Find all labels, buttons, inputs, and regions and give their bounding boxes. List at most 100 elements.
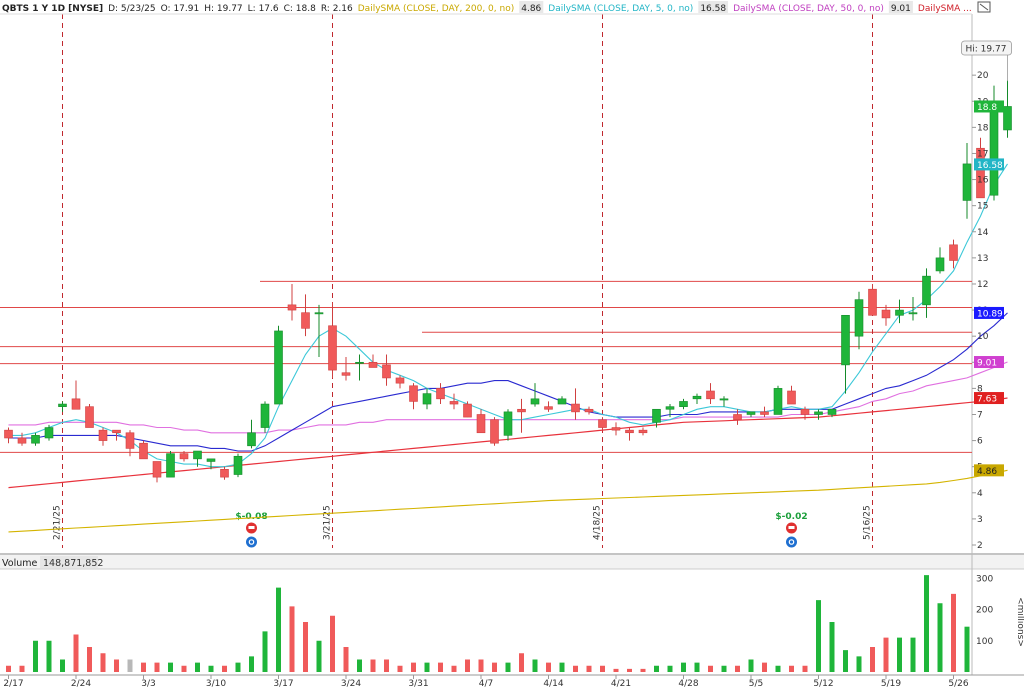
candle-body bbox=[1003, 106, 1012, 131]
candle-body bbox=[544, 406, 553, 410]
candle-body bbox=[760, 411, 769, 415]
volume-bar bbox=[748, 659, 754, 672]
candle-body bbox=[854, 299, 864, 337]
price-tick-label: 12 bbox=[977, 280, 988, 290]
volume-bar bbox=[316, 640, 322, 672]
volume-bar bbox=[195, 662, 200, 672]
candle-body bbox=[571, 403, 580, 413]
volume-bar bbox=[73, 634, 79, 672]
candle-body bbox=[503, 411, 513, 436]
candle-body bbox=[31, 435, 40, 444]
candle-body bbox=[962, 163, 972, 201]
chart-header: QBTS 1 Y 1D [NYSE] D: 5/23/25 O: 17.91 H: 1… bbox=[0, 0, 1024, 15]
volume-bar bbox=[856, 656, 862, 672]
volume-bar bbox=[870, 647, 875, 672]
volume-bar bbox=[127, 659, 133, 672]
volume-bar bbox=[492, 662, 497, 672]
volume-bar bbox=[897, 637, 902, 672]
candle-body bbox=[679, 401, 688, 407]
candle-body bbox=[557, 398, 567, 405]
header-study-value: 16.58 bbox=[700, 4, 726, 14]
header-symbol: QBTS 1 Y 1D [NYSE] bbox=[2, 4, 103, 14]
volume-bar bbox=[384, 659, 389, 672]
candle-body bbox=[341, 372, 351, 376]
header-study-label: DailySMA (CLOSE, DAY, 5, 0, no) bbox=[548, 4, 693, 14]
date-tick-label: 5/5 bbox=[749, 679, 763, 689]
date-tick-label: 3/31 bbox=[408, 679, 428, 689]
volume-bar bbox=[397, 665, 403, 672]
volume-title-bar bbox=[0, 555, 1024, 569]
header-study-label: DailySMA ... bbox=[918, 4, 972, 14]
date-tick-label: 2/17 bbox=[3, 679, 23, 689]
volume-bar bbox=[276, 587, 281, 672]
candle-body bbox=[989, 100, 999, 196]
volume-bar bbox=[235, 662, 241, 672]
volume-bar bbox=[46, 640, 52, 672]
price-tick-label: 4 bbox=[977, 489, 983, 499]
candle-body bbox=[233, 455, 243, 475]
price-tick-label: 17 bbox=[977, 149, 988, 159]
stock-chart[interactable]: 2/21/25 3/21/25 4/18/25 5/16/25$-0.08 $-0.02… bbox=[0, 0, 1024, 690]
price-tick-label: 16 bbox=[977, 176, 989, 186]
volume-bar bbox=[357, 659, 362, 672]
volume-bar bbox=[114, 659, 119, 672]
candle-body bbox=[800, 408, 810, 415]
volume-bar bbox=[789, 665, 794, 672]
event-line-label: 5/16/25 bbox=[863, 505, 873, 540]
candle-body bbox=[841, 314, 850, 366]
volume-bar bbox=[951, 593, 956, 672]
candle-body bbox=[436, 388, 445, 400]
volume-bar bbox=[438, 662, 443, 672]
candle-body bbox=[733, 414, 742, 421]
date-tick-label: 3/10 bbox=[206, 679, 226, 689]
volume-bar bbox=[775, 665, 781, 672]
candle-body bbox=[922, 275, 931, 306]
dividend-info-icon bbox=[246, 536, 257, 548]
date-tick-label: 3/17 bbox=[273, 679, 293, 689]
price-tick-label: 6 bbox=[977, 437, 983, 447]
header-study-label: DailySMA (CLOSE, DAY, 200, 0, no) bbox=[358, 4, 514, 14]
volume-bar bbox=[19, 665, 25, 672]
volume-bar bbox=[627, 668, 632, 672]
volume-bar bbox=[100, 653, 106, 672]
earnings-icon-detail bbox=[248, 526, 255, 529]
candle-body bbox=[17, 437, 27, 444]
candle-body bbox=[881, 309, 891, 319]
candle-body bbox=[260, 403, 270, 428]
candle-body bbox=[584, 408, 594, 413]
candle-body bbox=[409, 385, 418, 402]
candle-body bbox=[895, 309, 904, 316]
candle-body bbox=[85, 406, 94, 428]
candle-body bbox=[490, 419, 499, 444]
volume-bar bbox=[802, 665, 808, 672]
price-tick-label: 20 bbox=[977, 71, 989, 81]
volume-bar bbox=[208, 665, 214, 672]
candle-body bbox=[98, 429, 108, 441]
volume-bar bbox=[654, 665, 659, 672]
hi-callout-label: Hi: 19.77 bbox=[966, 45, 1007, 55]
volume-bars bbox=[6, 575, 970, 672]
price-tick-label: 14 bbox=[977, 228, 989, 238]
chart-grid bbox=[0, 14, 1024, 676]
price-tick-label: 7 bbox=[977, 410, 983, 420]
candle-body bbox=[814, 411, 823, 415]
volume-bar bbox=[546, 662, 551, 672]
volume-bar bbox=[640, 668, 646, 672]
candle-body bbox=[193, 450, 202, 460]
volume-bar bbox=[343, 647, 349, 672]
candle-body bbox=[422, 393, 432, 405]
price-tag: 4.86 bbox=[977, 467, 997, 477]
candle-body bbox=[247, 432, 256, 447]
price-tick-label: 3 bbox=[977, 515, 983, 525]
volume-value: 148,871,852 bbox=[43, 558, 103, 569]
candle-body bbox=[274, 330, 283, 405]
price-tick-label: 2 bbox=[977, 541, 983, 551]
volume-bar bbox=[708, 665, 713, 672]
header-range: R: 2.16 bbox=[321, 4, 353, 14]
candle-body bbox=[328, 325, 337, 371]
candle-body bbox=[692, 395, 702, 400]
volume-bar bbox=[289, 606, 295, 672]
candle-body bbox=[665, 406, 675, 410]
volume-bar bbox=[6, 665, 11, 672]
candle-body bbox=[638, 429, 648, 434]
